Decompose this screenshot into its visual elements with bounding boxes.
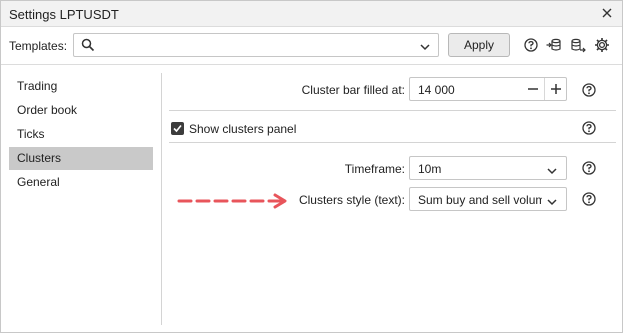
timeframe-label: Timeframe:	[344, 162, 405, 176]
annotation-arrow	[177, 193, 287, 209]
sidebar-item-order-book[interactable]: Order book	[9, 99, 153, 122]
timeframe-select[interactable]: 10m	[409, 156, 567, 180]
title-bar: Settings LPTUSDT	[1, 1, 622, 27]
clusters-style-value: Sum buy and sell volum	[418, 193, 542, 207]
sidebar-item-general[interactable]: General	[9, 171, 153, 194]
help-icon[interactable]	[582, 161, 596, 175]
timeframe-value: 10m	[418, 162, 442, 176]
sidebar-item-ticks[interactable]: Ticks	[9, 123, 153, 146]
settings-window: Settings LPTUSDT Templates: Apply Tradin…	[0, 0, 623, 333]
cluster-bar-value: 14 000	[418, 83, 455, 97]
plus-icon[interactable]	[544, 78, 566, 100]
window-title: Settings LPTUSDT	[9, 7, 119, 22]
gear-icon[interactable]	[594, 37, 610, 53]
cluster-bar-label: Cluster bar filled at:	[301, 83, 405, 97]
help-icon[interactable]	[582, 83, 596, 97]
minus-icon[interactable]	[522, 78, 544, 100]
export-icon[interactable]	[570, 37, 586, 53]
checkmark-icon	[173, 124, 182, 133]
templates-label: Templates:	[9, 39, 68, 53]
help-icon[interactable]	[523, 37, 539, 53]
chevron-down-icon	[420, 40, 430, 54]
sidebar-item-clusters[interactable]: Clusters	[9, 147, 153, 170]
divider	[169, 110, 616, 111]
clusters-style-label: Clusters style (text):	[298, 193, 405, 207]
cluster-bar-stepper[interactable]: 14 000	[409, 77, 567, 101]
chevron-down-icon	[547, 195, 557, 209]
import-icon[interactable]	[546, 37, 562, 53]
show-clusters-panel-label: Show clusters panel	[189, 122, 297, 136]
help-icon[interactable]	[582, 121, 596, 135]
divider	[169, 142, 616, 143]
templates-select[interactable]	[73, 33, 439, 57]
sidebar-item-trading[interactable]: Trading	[9, 75, 153, 98]
show-clusters-panel-checkbox[interactable]	[171, 122, 184, 135]
help-icon[interactable]	[582, 192, 596, 206]
toolbar: Templates: Apply	[1, 27, 622, 65]
chevron-down-icon	[547, 164, 557, 178]
search-icon	[81, 38, 95, 55]
settings-sidebar: Trading Order book Ticks Clusters Genera…	[9, 73, 162, 325]
clusters-style-select[interactable]: Sum buy and sell volum	[409, 187, 567, 211]
apply-button[interactable]: Apply	[448, 33, 510, 57]
close-icon[interactable]	[598, 4, 616, 22]
